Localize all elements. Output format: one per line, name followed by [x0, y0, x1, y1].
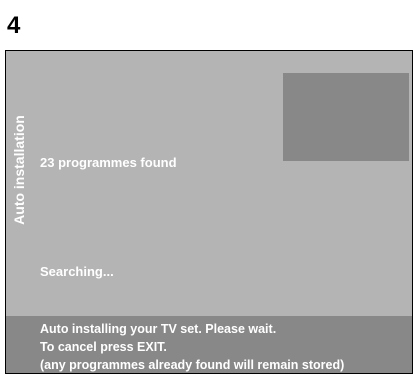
tv-preview-window	[283, 73, 409, 161]
info-bar: Auto installing your TV set. Please wait…	[6, 316, 412, 373]
programmes-found-count: 23 programmes found	[40, 155, 177, 170]
info-line-stored: (any programmes already found will remai…	[40, 358, 345, 372]
info-line-cancel: To cancel press EXIT.	[40, 340, 167, 354]
menu-side-title: Auto installation	[11, 115, 27, 225]
step-number: 4	[7, 12, 21, 39]
info-line-wait: Auto installing your TV set. Please wait…	[40, 322, 277, 336]
search-status: Searching...	[40, 264, 114, 279]
tv-menu-screen: Auto installation 23 programmes found Se…	[5, 50, 413, 374]
